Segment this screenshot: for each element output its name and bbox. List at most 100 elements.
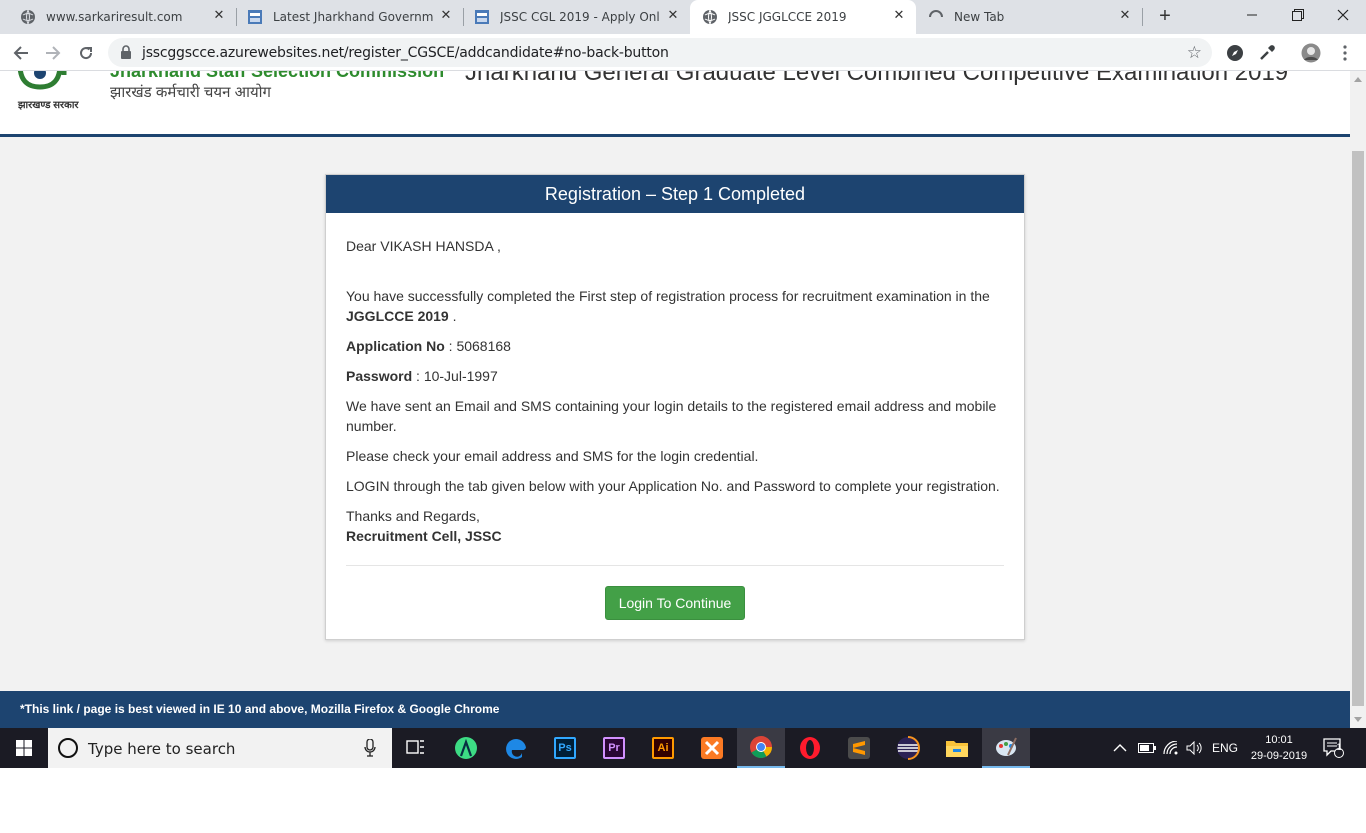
action-center-icon[interactable]: 1	[1323, 728, 1345, 768]
windows-taskbar: Type here to search Ps Pr Ai ENG 10:01 2…	[0, 728, 1366, 768]
bookmark-star-icon[interactable]: ☆	[1187, 43, 1202, 63]
android-studio-icon[interactable]	[442, 728, 490, 768]
scroll-down-icon[interactable]	[1354, 717, 1362, 722]
xampp-icon[interactable]	[688, 728, 736, 768]
success-text: You have successfully completed the Firs…	[346, 288, 990, 304]
scrollbar-thumb[interactable]	[1352, 151, 1364, 706]
close-icon[interactable]: ✕	[212, 9, 226, 23]
restore-button[interactable]	[1275, 0, 1321, 30]
forward-arrow-icon	[46, 46, 61, 60]
back-arrow-icon	[13, 46, 28, 60]
task-view-icon[interactable]	[392, 728, 440, 768]
new-tab-button[interactable]: +	[1153, 5, 1177, 29]
tab-new-tab[interactable]: New Tab ✕	[916, 0, 1142, 34]
paint-icon[interactable]	[982, 728, 1030, 768]
close-icon[interactable]: ✕	[1118, 9, 1132, 23]
application-no-value: 5068168	[456, 338, 511, 354]
tab-title: Latest Jharkhand Government	[273, 10, 433, 24]
registration-card: Registration – Step 1 Completed Dear VIK…	[325, 174, 1025, 640]
tab-title: JSSC JGGLCCE 2019	[728, 10, 847, 24]
card-heading: Registration – Step 1 Completed	[326, 175, 1024, 213]
blank-area	[0, 768, 1366, 833]
globe-icon	[20, 9, 36, 25]
site-favicon-icon	[247, 9, 263, 25]
signoff: Thanks and Regards, Recruitment Cell, JS…	[346, 506, 1006, 546]
file-explorer-icon[interactable]	[933, 728, 981, 768]
globe-icon	[702, 9, 718, 25]
clock-date: 29-09-2019	[1250, 750, 1308, 762]
premiere-icon[interactable]: Pr	[590, 728, 638, 768]
login-instruction: LOGIN through the tab given below with y…	[346, 478, 1000, 494]
compass-extension-icon[interactable]	[1225, 43, 1245, 63]
site-header: झारखण्ड सरकार Jharkhand Staff Selection …	[0, 71, 1350, 137]
chrome-icon[interactable]	[737, 728, 785, 768]
windows-start-button[interactable]	[0, 728, 48, 768]
org-name-hindi: झारखंड कर्मचारी चयन आयोग	[110, 84, 271, 101]
tab-jssc-cgl-apply[interactable]: JSSC CGL 2019 - Apply Online ✕	[454, 0, 690, 34]
org-name-english: Jharkhand Staff Selection Commission	[110, 71, 445, 81]
close-window-button[interactable]	[1320, 0, 1366, 30]
loading-spinner-icon	[928, 9, 944, 25]
exam-title: Jharkhand General Graduate Level Combine…	[465, 71, 1289, 86]
taskbar-search-box[interactable]: Type here to search	[48, 728, 392, 768]
search-placeholder: Type here to search	[88, 740, 236, 758]
eyedropper-extension-icon[interactable]	[1257, 43, 1277, 63]
profile-avatar-icon[interactable]	[1301, 43, 1321, 63]
url-text: jsscggscce.azurewebsites.net/register_CG…	[142, 45, 669, 61]
tab-latest-jharkhand[interactable]: Latest Jharkhand Government ✕	[227, 0, 463, 34]
signature: Recruitment Cell, JSSC	[346, 528, 502, 544]
edge-icon[interactable]	[492, 728, 540, 768]
illustrator-icon[interactable]: Ai	[639, 728, 687, 768]
page-scrollbar[interactable]	[1350, 71, 1366, 728]
browser-toolbar: jsscggscce.azurewebsites.net/register_CG…	[0, 34, 1366, 71]
exam-code-suffix: .	[448, 308, 457, 324]
thanks-text: Thanks and Regards,	[346, 508, 480, 524]
back-button[interactable]	[9, 41, 33, 65]
greeting: Dear VIKASH HANSDA ,	[346, 238, 501, 254]
tab-sarkariresult[interactable]: www.sarkariresult.com ✕	[0, 0, 236, 34]
emblem-caption: झारखण्ड सरकार	[18, 100, 79, 111]
screen: www.sarkariresult.com ✕ Latest Jharkhand…	[0, 0, 1366, 833]
battery-icon[interactable]	[1138, 728, 1156, 768]
tab-title: www.sarkariresult.com	[46, 10, 183, 24]
exam-code: JGGLCCE 2019	[346, 308, 449, 324]
eclipse-icon[interactable]	[884, 728, 932, 768]
ai-label: Ai	[652, 737, 674, 759]
success-message: You have successfully completed the Firs…	[346, 286, 1006, 326]
chrome-menu-icon[interactable]	[1335, 43, 1355, 63]
check-notice: Please check your email address and SMS …	[346, 448, 759, 464]
browser-tab-strip: www.sarkariresult.com ✕ Latest Jharkhand…	[0, 0, 1366, 34]
close-icon[interactable]: ✕	[666, 9, 680, 23]
close-icon[interactable]: ✕	[892, 9, 906, 23]
notification-count: 1	[1336, 742, 1342, 752]
microphone-icon[interactable]	[364, 738, 376, 762]
email-sms-notice: We have sent an Email and SMS containing…	[346, 398, 997, 434]
browser-compat-footer: *This link / page is best viewed in IE 1…	[0, 691, 1350, 728]
wifi-icon[interactable]	[1163, 728, 1179, 768]
clock-time: 10:01	[1265, 734, 1293, 746]
divider	[346, 565, 1004, 566]
opera-icon[interactable]	[786, 728, 834, 768]
web-page: झारखण्ड सरकार Jharkhand Staff Selection …	[0, 71, 1350, 728]
address-bar[interactable]: jsscggscce.azurewebsites.net/register_CG…	[108, 38, 1212, 67]
volume-icon[interactable]	[1186, 728, 1204, 768]
scroll-up-icon[interactable]	[1354, 77, 1362, 82]
show-hidden-icons[interactable]	[1113, 728, 1127, 768]
close-icon[interactable]: ✕	[439, 9, 453, 23]
password-label: Password	[346, 368, 413, 384]
input-language[interactable]: ENG	[1212, 728, 1238, 768]
cortana-icon	[58, 738, 78, 758]
pr-label: Pr	[603, 737, 625, 759]
reload-button[interactable]	[74, 41, 98, 65]
login-to-continue-button[interactable]: Login To Continue	[605, 586, 745, 620]
photoshop-icon[interactable]: Ps	[541, 728, 589, 768]
forward-button[interactable]	[41, 41, 65, 65]
password-value: 10-Jul-1997	[423, 368, 498, 384]
tab-jssc-jgglcce[interactable]: JSSC JGGLCCE 2019 ✕	[690, 0, 916, 34]
ps-label: Ps	[554, 737, 576, 759]
minimize-button[interactable]	[1229, 0, 1275, 30]
password-row: Password : 10-Jul-1997	[346, 368, 498, 384]
taskbar-clock[interactable]: 10:01 29-09-2019	[1246, 732, 1312, 764]
application-no-row: Application No : 5068168	[346, 338, 511, 354]
sublime-text-icon[interactable]	[835, 728, 883, 768]
